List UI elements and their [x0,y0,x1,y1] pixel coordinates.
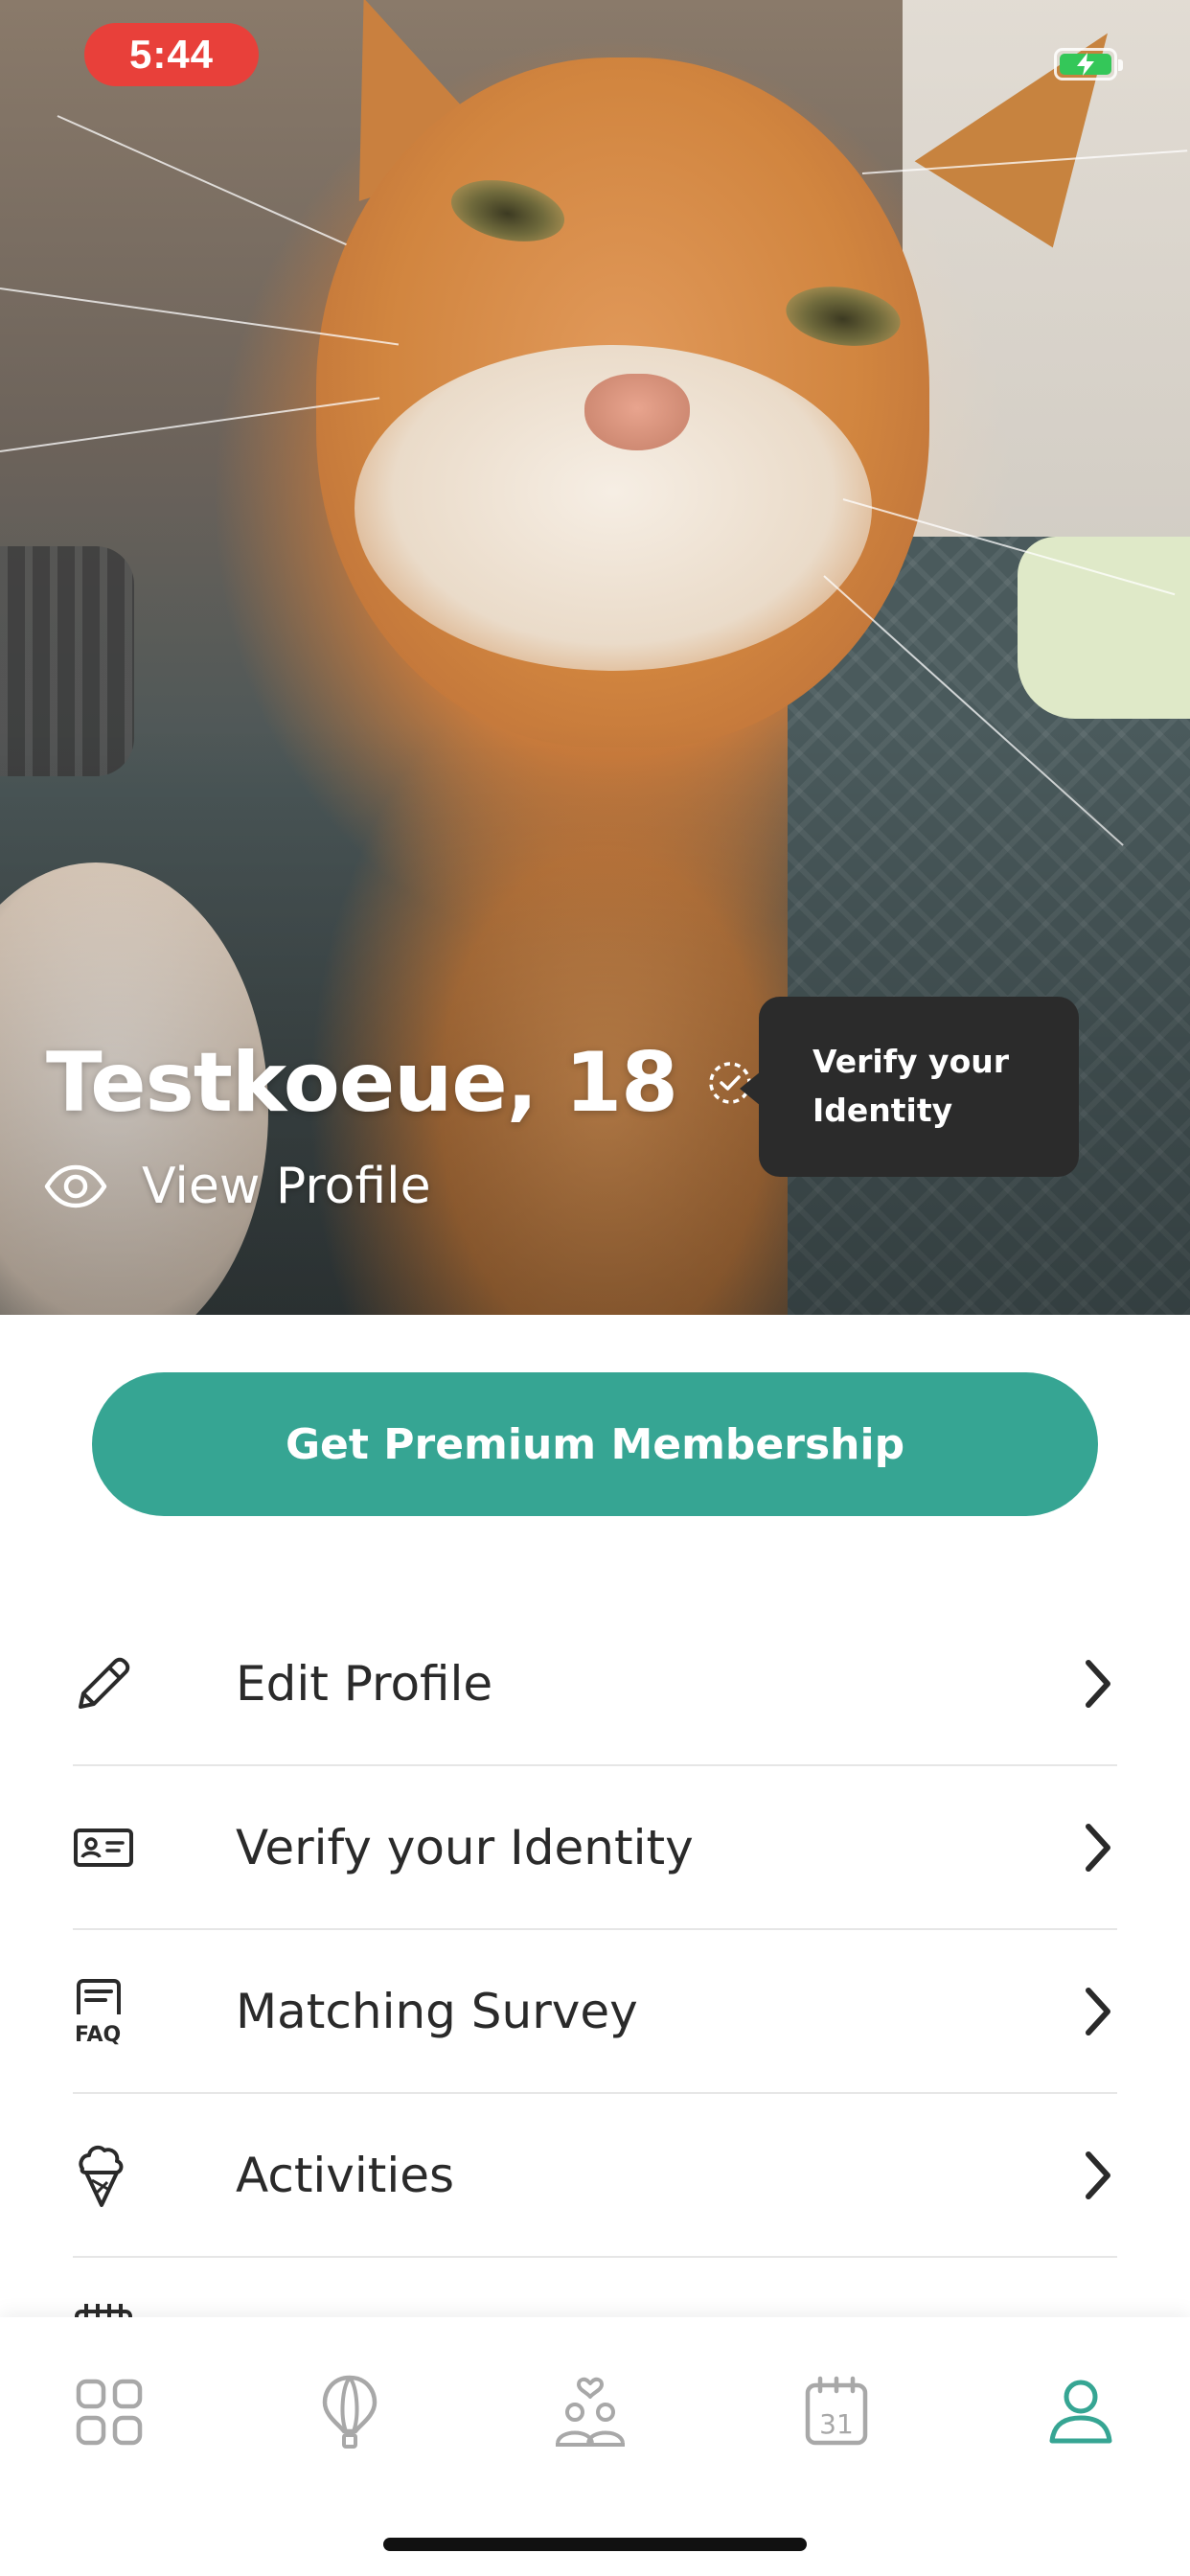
chevron-right-icon [1086,2150,1110,2199]
eye-icon [44,1164,107,1208]
view-profile-link[interactable]: View Profile [44,1158,431,1215]
menu-item-edit-profile[interactable]: Edit Profile [73,1602,1117,1766]
ice-cream-icon [73,2142,140,2209]
menu-item-label: Activities [236,2147,455,2203]
menu-item-verify-identity[interactable]: Verify your Identity [73,1766,1117,1930]
settings-menu: Edit Profile Verify your Identity FAQ Ma… [73,1602,1117,2334]
home-indicator[interactable] [383,2538,807,2551]
battery-charging-fill [1060,53,1111,76]
menu-item-label: Verify your Identity [236,1819,694,1875]
faq-icon: FAQ [73,1978,140,2045]
tooltip-line-1: Verify your [812,1043,1010,1080]
verify-identity-tooltip[interactable]: Verify your Identity [740,997,1079,1177]
tab-discover[interactable] [66,2369,152,2455]
id-card-icon [73,1814,140,1881]
chevron-right-icon [1086,1987,1110,2036]
get-premium-button[interactable]: Get Premium Membership [92,1372,1098,1516]
tooltip-line-2: Identity [812,1092,953,1129]
chevron-right-icon [1086,1659,1110,1708]
tab-activities[interactable] [307,2369,393,2455]
menu-item-matching-survey[interactable]: FAQ Matching Survey [73,1930,1117,2094]
battery-cap [1118,59,1123,71]
menu-item-label: Matching Survey [236,1983,638,2039]
user-icon [1049,2380,1112,2444]
calendar-icon: 31 [805,2376,868,2446]
status-time: 5:44 [84,23,259,86]
chevron-right-icon [1086,1823,1110,1872]
bottom-tab-bar: 31 [0,2317,1190,2576]
svg-text:FAQ: FAQ [75,2023,121,2045]
people-heart-icon [556,2377,625,2447]
view-profile-label: View Profile [142,1158,431,1215]
hot-air-balloon-icon [322,2375,378,2449]
pencil-icon [73,1650,140,1717]
tab-profile[interactable] [1038,2369,1124,2455]
bolt-icon [1077,53,1094,76]
battery-icon [1054,48,1123,80]
profile-name-age: Testkoeue, 18 [46,1035,678,1131]
tab-calendar[interactable]: 31 [793,2369,880,2455]
grid-icon [76,2379,143,2446]
menu-item-activities[interactable]: Activities [73,2094,1117,2258]
menu-item-label: Edit Profile [236,1655,493,1712]
profile-name-row: Testkoeue, 18 [46,1035,754,1131]
tab-matches[interactable] [547,2369,633,2455]
calendar-day-number: 31 [819,2408,854,2440]
